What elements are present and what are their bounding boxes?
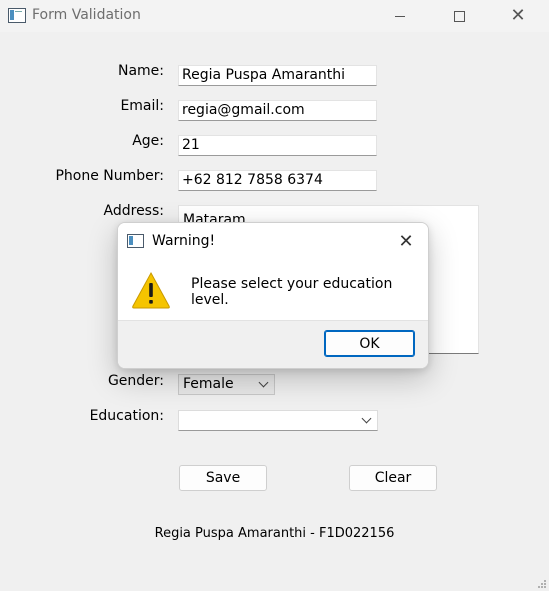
dialog-close-button[interactable]: ✕ <box>394 229 418 253</box>
email-field[interactable]: regia@gmail.com <box>178 100 377 121</box>
app-icon <box>127 234 144 248</box>
maximize-button[interactable] <box>436 0 482 32</box>
dialog-title: Warning! <box>152 233 216 249</box>
dialog-footer: OK <box>118 320 428 368</box>
education-label: Education: <box>89 408 164 424</box>
minimize-button[interactable] <box>377 0 423 32</box>
save-button[interactable]: Save <box>179 465 267 491</box>
dialog-body: Please select your education level. <box>118 259 428 320</box>
warning-icon <box>132 271 170 309</box>
window-title: Form Validation <box>32 7 141 23</box>
warning-dialog: Warning! ✕ Please select your education … <box>117 222 429 369</box>
ok-button[interactable]: OK <box>324 330 415 357</box>
close-button[interactable]: ✕ <box>495 0 541 32</box>
close-icon: ✕ <box>510 5 526 26</box>
chevron-down-icon <box>258 377 269 388</box>
maximize-icon <box>453 10 465 22</box>
gender-select[interactable]: Female <box>178 374 275 395</box>
phone-field[interactable]: +62 812 7858 6374 <box>178 170 377 191</box>
education-select[interactable] <box>178 410 378 431</box>
footer-credit: Regia Puspa Amaranthi - F1D022156 <box>154 526 395 541</box>
phone-label: Phone Number: <box>55 168 164 184</box>
age-label: Age: <box>132 133 164 149</box>
minimize-icon <box>395 15 405 17</box>
age-field[interactable]: 21 <box>178 135 377 156</box>
resize-grip[interactable] <box>537 579 547 589</box>
clear-button[interactable]: Clear <box>349 465 437 491</box>
app-icon <box>8 8 26 23</box>
dialog-title-bar: Warning! ✕ <box>118 223 428 259</box>
chevron-down-icon <box>361 413 372 424</box>
dialog-message: Please select your education level. <box>191 276 393 308</box>
title-bar: Form Validation ✕ <box>0 0 549 32</box>
name-label: Name: <box>117 63 164 79</box>
close-icon: ✕ <box>398 230 414 252</box>
gender-label: Gender: <box>107 373 164 389</box>
email-label: Email: <box>120 98 164 114</box>
gender-select-value: Female <box>183 376 234 392</box>
main-window: Form Validation ✕ Name: Regia Puspa Amar… <box>0 0 549 591</box>
name-field[interactable]: Regia Puspa Amaranthi <box>178 65 377 86</box>
address-label: Address: <box>103 203 164 219</box>
